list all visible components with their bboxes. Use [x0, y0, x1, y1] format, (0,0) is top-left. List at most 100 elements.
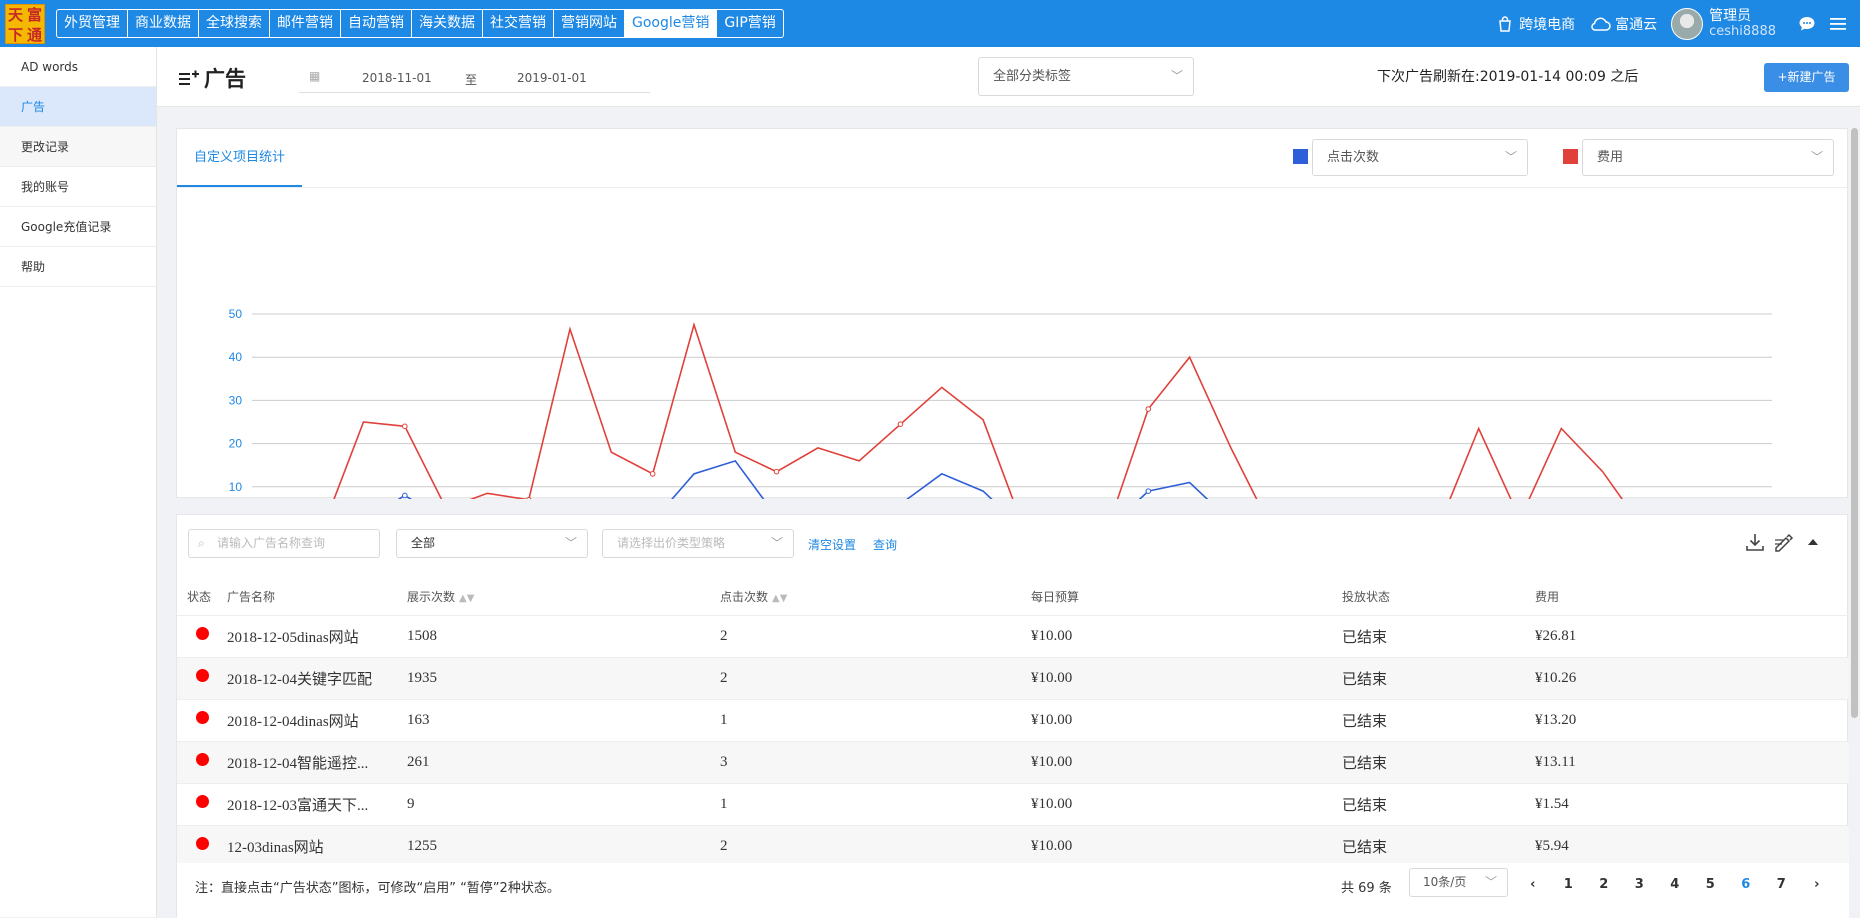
search-placeholder: 请输入广告名称查询: [217, 536, 326, 550]
page-3[interactable]: 3: [1622, 877, 1658, 892]
impressions-cell: 163: [407, 699, 720, 742]
top-bar: 天 富 下 通 外贸管理 商业数据 全球搜索 邮件营销 自动营销 海关数据 社交…: [0, 0, 1860, 47]
chevron-down-icon: ﹀: [770, 536, 783, 550]
page-5[interactable]: 5: [1693, 877, 1729, 892]
sidebar-item-change-log[interactable]: 更改记录: [0, 127, 156, 167]
nav-item-auto[interactable]: 自动营销: [341, 10, 412, 37]
download-icon[interactable]: [1745, 532, 1765, 552]
edit-columns-icon[interactable]: [1773, 532, 1795, 552]
page-1[interactable]: 1: [1551, 877, 1587, 892]
next-page-button[interactable]: ›: [1799, 877, 1835, 892]
nav-item-trade[interactable]: 外贸管理: [57, 10, 128, 37]
sort-icon[interactable]: ▲▼: [459, 593, 474, 604]
impressions-cell: 1255: [407, 825, 720, 868]
sidebar-item-ads[interactable]: 广告: [0, 87, 156, 127]
sort-icon[interactable]: ▲▼: [772, 593, 787, 604]
search-input[interactable]: ⌕ 请输入广告名称查询: [188, 529, 380, 558]
menu-button[interactable]: [1830, 17, 1846, 31]
bid-strategy-select[interactable]: 请选择出价类型策略 ﹀: [602, 529, 794, 558]
sidebar-item-adwords[interactable]: AD words: [0, 47, 156, 87]
delivery-status-cell: 已结束: [1342, 741, 1535, 784]
logo-char: 通: [26, 25, 42, 44]
page-size-select[interactable]: 10条/页 ﹀: [1409, 868, 1508, 897]
ad-name-cell[interactable]: 2018-12-03富通天下...: [227, 783, 407, 826]
chat-icon: [1799, 16, 1815, 30]
impressions-cell: 1935: [407, 657, 720, 700]
nav-item-website[interactable]: 营销网站: [554, 10, 625, 37]
clicks-cell: 3: [720, 741, 1031, 784]
page-7[interactable]: 7: [1764, 877, 1800, 892]
col-impressions[interactable]: 展示次数 ▲▼: [407, 579, 720, 616]
sidebar-item-recharge[interactable]: Google充值记录: [0, 207, 156, 247]
delivery-status-cell: 已结束: [1342, 783, 1535, 826]
cross-border-link[interactable]: 跨境电商: [1496, 14, 1575, 34]
nav-item-global-search[interactable]: 全球搜索: [199, 10, 270, 37]
page-2[interactable]: 2: [1586, 877, 1622, 892]
clear-settings-link[interactable]: 清空设置: [808, 536, 856, 553]
page-4[interactable]: 4: [1657, 877, 1693, 892]
page-size-value: 10条/页: [1423, 875, 1467, 889]
status-dot[interactable]: [196, 627, 209, 640]
cross-border-label: 跨境电商: [1519, 16, 1576, 33]
ad-name-cell[interactable]: 2018-12-04智能遥控...: [227, 741, 407, 784]
prev-page-button[interactable]: ‹: [1515, 877, 1551, 892]
main-nav: 外贸管理 商业数据 全球搜索 邮件营销 自动营销 海关数据 社交营销 营销网站 …: [56, 9, 784, 38]
metric1-select[interactable]: 点击次数 ﹀: [1312, 139, 1528, 176]
new-ad-button[interactable]: +新建广告: [1764, 63, 1849, 92]
status-dot[interactable]: [196, 795, 209, 808]
category-tag-select[interactable]: 全部分类标签 ﹀: [978, 57, 1194, 96]
tab-custom-stats[interactable]: 自定义项目统计: [177, 129, 302, 187]
cloud-link[interactable]: 富通云: [1589, 14, 1657, 34]
impressions-cell: 1508: [407, 615, 720, 658]
shopping-bag-icon: [1499, 15, 1511, 32]
date-start[interactable]: 2018-11-01: [362, 71, 432, 85]
line-chart[interactable]: 010203040502018-11-272018-11-302018-12-0…: [177, 189, 1849, 499]
status-filter-select[interactable]: 全部 ﹀: [396, 529, 588, 558]
query-link[interactable]: 查询: [873, 536, 897, 553]
page-6-current[interactable]: 6: [1728, 877, 1764, 892]
collapse-icon[interactable]: [1807, 537, 1819, 547]
scrollbar-thumb[interactable]: [1851, 128, 1858, 718]
y-tick-label: 50: [229, 307, 243, 321]
nav-item-email[interactable]: 邮件营销: [270, 10, 341, 37]
status-dot[interactable]: [196, 837, 209, 850]
status-dot[interactable]: [196, 669, 209, 682]
ad-name-cell[interactable]: 12-03dinas网站: [227, 825, 407, 868]
page-title-text: 广告: [204, 67, 246, 91]
metric2-select[interactable]: 费用 ﹀: [1582, 139, 1834, 176]
col-status: 状态: [177, 579, 227, 616]
chat-button[interactable]: [1798, 15, 1816, 33]
avatar[interactable]: [1671, 7, 1704, 40]
status-dot[interactable]: [196, 753, 209, 766]
col-ad-name: 广告名称: [227, 579, 407, 616]
date-range-picker[interactable]: ▦ 2018-11-01 至 2019-01-01: [299, 63, 650, 93]
user-info[interactable]: 管理员 ceshi8888: [1709, 7, 1776, 39]
budget-cell: ¥10.00: [1031, 825, 1342, 868]
y-tick-label: 20: [229, 437, 243, 451]
ad-name-cell[interactable]: 2018-12-04关键字匹配: [227, 657, 407, 700]
cost-cell: ¥13.20: [1535, 699, 1849, 742]
series-line-1: [397, 459, 1209, 499]
status-dot[interactable]: [196, 711, 209, 724]
col-daily-budget: 每日预算: [1031, 579, 1342, 616]
cost-cell: ¥26.81: [1535, 615, 1849, 658]
user-name: 管理员: [1709, 7, 1752, 24]
sidebar-item-help[interactable]: 帮助: [0, 247, 156, 287]
page-scrollbar[interactable]: [1848, 128, 1860, 917]
table-row: 12-03dinas网站 1255 2 ¥10.00 已结束 ¥5.94: [177, 825, 1849, 868]
col-clicks[interactable]: 点击次数 ▲▼: [720, 579, 1031, 616]
sidebar-item-my-account[interactable]: 我的账号: [0, 167, 156, 207]
calendar-icon: ▦: [309, 69, 321, 83]
delivery-status-cell: 已结束: [1342, 615, 1535, 658]
nav-item-customs[interactable]: 海关数据: [412, 10, 483, 37]
nav-item-business-data[interactable]: 商业数据: [128, 10, 199, 37]
ad-name-cell[interactable]: 2018-12-04dinas网站: [227, 699, 407, 742]
date-end[interactable]: 2019-01-01: [517, 71, 587, 85]
brand-logo[interactable]: 天 富 下 通: [5, 3, 45, 44]
nav-item-social[interactable]: 社交营销: [483, 10, 554, 37]
nav-item-gip[interactable]: GIP营销: [717, 10, 782, 37]
y-tick-label: 40: [229, 350, 243, 364]
budget-cell: ¥10.00: [1031, 699, 1342, 742]
nav-item-google[interactable]: Google营销: [625, 10, 718, 37]
ad-name-cell[interactable]: 2018-12-05dinas网站: [227, 615, 407, 658]
